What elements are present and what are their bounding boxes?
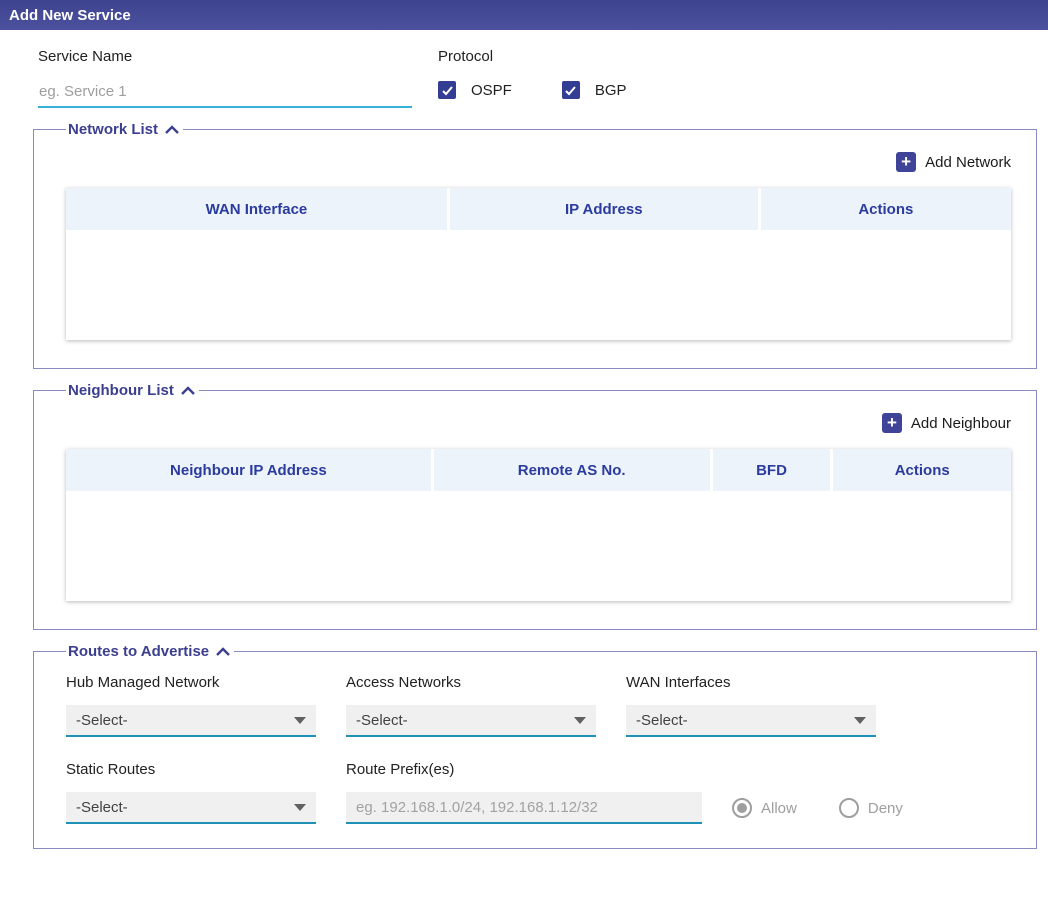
allow-radio[interactable]	[732, 798, 752, 818]
deny-radio[interactable]	[839, 798, 859, 818]
network-list-legend-text: Network List	[68, 121, 158, 138]
neighbour-col-bfd: BFD	[710, 449, 831, 491]
bgp-checkbox-label: BGP	[595, 82, 627, 99]
dialog-titlebar: Add New Service	[0, 0, 1048, 30]
ospf-checkbox[interactable]	[438, 81, 456, 99]
neighbour-col-ip-address: Neighbour IP Address	[66, 449, 431, 491]
static-routes-label: Static Routes	[66, 761, 316, 778]
wan-interfaces-value: -Select-	[636, 712, 688, 729]
hub-managed-network-label: Hub Managed Network	[66, 674, 316, 691]
dropdown-arrow-icon	[854, 717, 866, 724]
network-table-body-empty	[66, 230, 1011, 340]
network-add-row: + Add Network	[66, 152, 1011, 172]
routes-row-2: Static Routes -Select- Route Prefix(es) …	[66, 761, 1011, 824]
add-neighbour-button[interactable]: + Add Neighbour	[882, 413, 1011, 433]
access-networks-label: Access Networks	[346, 674, 596, 691]
dropdown-arrow-icon	[294, 804, 306, 811]
add-new-service-dialog: Add New Service Service Name Protocol OS…	[0, 0, 1048, 902]
add-neighbour-button-label: Add Neighbour	[911, 415, 1011, 432]
dropdown-arrow-icon	[574, 717, 586, 724]
dialog-title: Add New Service	[9, 7, 131, 24]
wan-interfaces-field: WAN Interfaces -Select-	[626, 674, 876, 737]
protocol-option-bgp: BGP	[562, 81, 627, 99]
chevron-up-icon[interactable]	[181, 386, 195, 395]
add-network-button-label: Add Network	[925, 154, 1011, 171]
plus-icon: +	[882, 413, 902, 433]
hub-managed-network-value: -Select-	[76, 712, 128, 729]
neighbour-table: Neighbour IP Address Remote AS No. BFD A…	[66, 449, 1011, 601]
neighbour-add-row: + Add Neighbour	[66, 413, 1011, 433]
check-icon	[441, 84, 454, 97]
static-routes-select[interactable]: -Select-	[66, 792, 316, 824]
protocol-label: Protocol	[438, 48, 627, 65]
deny-radio-item: Deny	[839, 798, 903, 818]
chevron-up-icon[interactable]	[165, 125, 179, 134]
network-list-section: Network List + Add Network WAN Interface…	[33, 121, 1037, 369]
dropdown-arrow-icon	[294, 717, 306, 724]
routes-legend-text: Routes to Advertise	[68, 643, 209, 660]
protocol-field-group: Protocol OSPF BGP	[438, 48, 627, 108]
network-col-ip-address: IP Address	[447, 188, 758, 230]
route-prefixes-input[interactable]	[346, 792, 702, 824]
service-name-input[interactable]	[38, 79, 412, 108]
allow-deny-radio-group: Allow Deny	[732, 792, 945, 824]
neighbour-list-section: Neighbour List + Add Neighbour Neighbour…	[33, 382, 1037, 630]
hub-managed-network-field: Hub Managed Network -Select-	[66, 674, 316, 737]
routes-row-1: Hub Managed Network -Select- Access Netw…	[66, 674, 1011, 737]
network-table-header: WAN Interface IP Address Actions	[66, 188, 1011, 230]
wan-interfaces-label: WAN Interfaces	[626, 674, 876, 691]
network-list-legend: Network List	[66, 121, 183, 138]
neighbour-list-legend-text: Neighbour List	[68, 382, 174, 399]
route-prefixes-label: Route Prefix(es)	[346, 761, 702, 778]
bgp-checkbox[interactable]	[562, 81, 580, 99]
network-col-wan-interface: WAN Interface	[66, 188, 447, 230]
routes-legend: Routes to Advertise	[66, 643, 234, 660]
plus-icon: +	[896, 152, 916, 172]
network-col-actions: Actions	[758, 188, 1011, 230]
allow-radio-item: Allow	[732, 798, 797, 818]
add-network-button[interactable]: + Add Network	[896, 152, 1011, 172]
top-form-row: Service Name Protocol OSPF BGP	[38, 48, 1048, 108]
access-networks-field: Access Networks -Select-	[346, 674, 596, 737]
neighbour-table-body-empty	[66, 491, 1011, 601]
check-icon	[564, 84, 577, 97]
neighbour-col-remote-as: Remote AS No.	[431, 449, 710, 491]
protocol-options: OSPF BGP	[438, 81, 627, 99]
neighbour-list-legend: Neighbour List	[66, 382, 199, 399]
service-name-label: Service Name	[38, 48, 412, 65]
network-table: WAN Interface IP Address Actions	[66, 188, 1011, 340]
hub-managed-network-select[interactable]: -Select-	[66, 705, 316, 737]
access-networks-value: -Select-	[356, 712, 408, 729]
ospf-checkbox-label: OSPF	[471, 82, 512, 99]
neighbour-col-actions: Actions	[830, 449, 1010, 491]
route-prefixes-field: Route Prefix(es)	[346, 761, 702, 824]
neighbour-table-header: Neighbour IP Address Remote AS No. BFD A…	[66, 449, 1011, 491]
allow-radio-label: Allow	[761, 800, 797, 817]
deny-radio-label: Deny	[868, 800, 903, 817]
routes-body: Hub Managed Network -Select- Access Netw…	[66, 660, 1011, 848]
static-routes-value: -Select-	[76, 799, 128, 816]
service-name-field-group: Service Name	[38, 48, 412, 108]
access-networks-select[interactable]: -Select-	[346, 705, 596, 737]
chevron-up-icon[interactable]	[216, 647, 230, 656]
routes-to-advertise-section: Routes to Advertise Hub Managed Network …	[33, 643, 1037, 849]
static-routes-field: Static Routes -Select-	[66, 761, 316, 824]
wan-interfaces-select[interactable]: -Select-	[626, 705, 876, 737]
protocol-option-ospf: OSPF	[438, 81, 512, 99]
